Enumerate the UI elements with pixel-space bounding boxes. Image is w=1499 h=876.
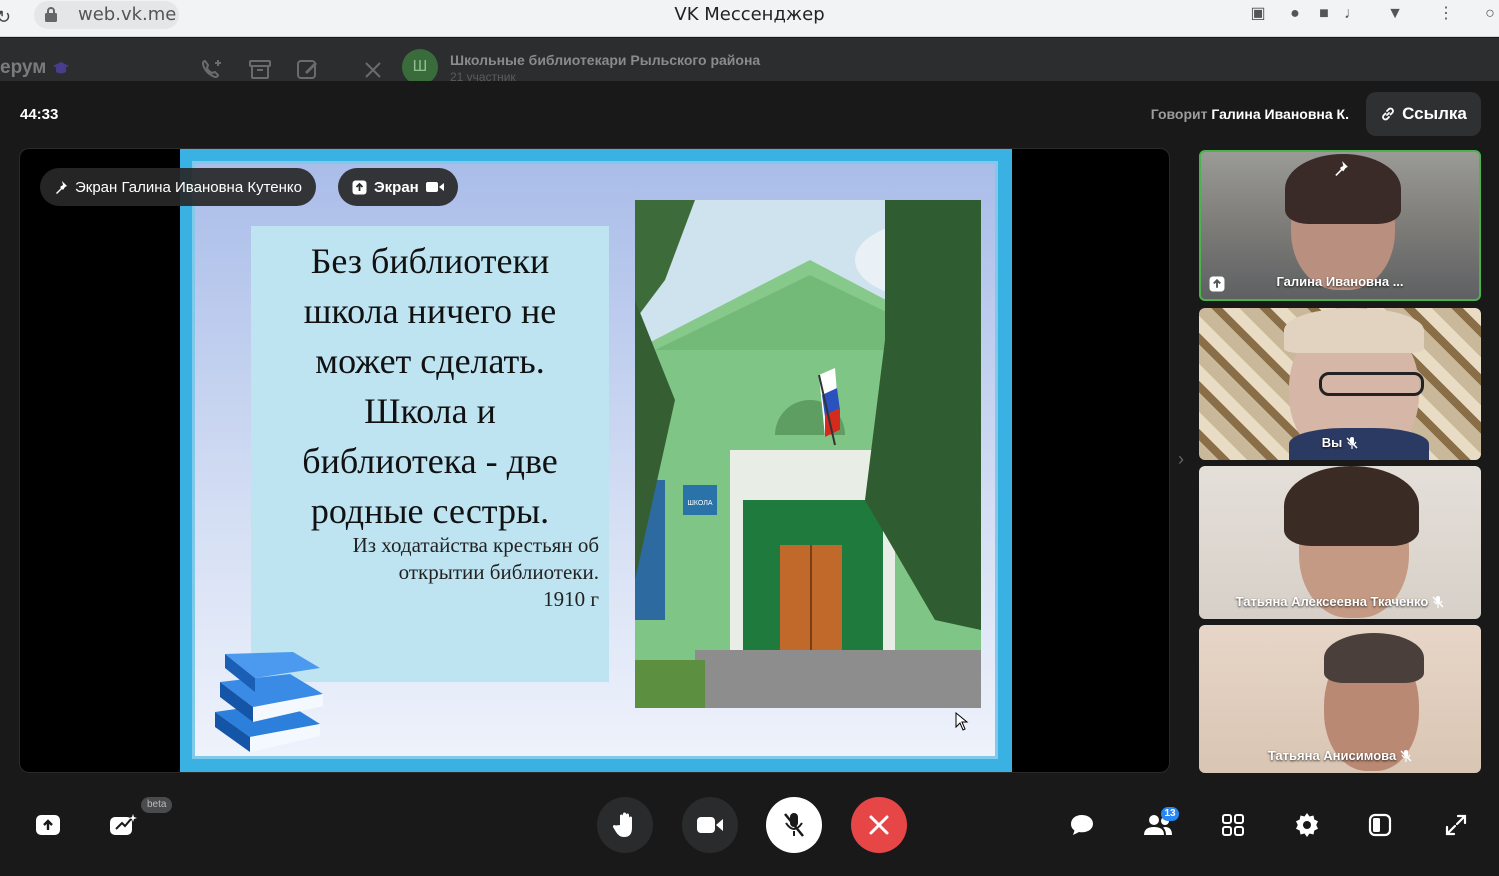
- quote-line: родные сестры.: [310, 491, 550, 531]
- screen-share-icon: [352, 180, 367, 194]
- participant-tile[interactable]: Вы: [1199, 308, 1481, 460]
- participant-tile[interactable]: Татьяна Алексеевна Ткаченко: [1199, 466, 1481, 619]
- participant-name: Татьяна Алексеевна Ткаченко: [1199, 594, 1481, 609]
- microphone-icon[interactable]: ♩: [1342, 4, 1362, 24]
- gear-icon: [1296, 813, 1318, 837]
- school-building-photo: ШКОЛА: [635, 200, 981, 708]
- add-call-icon[interactable]: [200, 58, 224, 80]
- bookmark-icon[interactable]: ▼: [1385, 4, 1405, 24]
- end-call-button[interactable]: [851, 797, 907, 853]
- expand-icon: [1445, 814, 1467, 836]
- slide-source: Из ходатайства крестьян об открытии библ…: [291, 532, 599, 613]
- participants-count-badge: 13: [1161, 807, 1179, 821]
- speaker-prefix: Говорит: [1150, 106, 1208, 122]
- chat-bubble-icon: [1071, 815, 1093, 835]
- camera-button[interactable]: [682, 797, 738, 853]
- graduation-cap-icon: [53, 62, 69, 74]
- compose-icon[interactable]: [296, 58, 320, 80]
- camera-permission-icon[interactable]: ▣: [1248, 4, 1268, 24]
- call-timer: 44:33: [20, 106, 59, 123]
- quote-line: Без библиотеки: [310, 241, 550, 281]
- chevron-right-icon[interactable]: ›: [1178, 449, 1184, 470]
- mic-muted-icon: [1400, 749, 1412, 762]
- screen-owner-label: Экран Галина Ивановна Кутенко: [75, 178, 302, 196]
- share-screen-button[interactable]: [33, 810, 63, 840]
- location-icon[interactable]: ●: [1285, 4, 1305, 24]
- close-chat-icon[interactable]: [364, 61, 382, 79]
- chat-subtitle: 21 участник: [450, 70, 516, 81]
- participant-hair: [1324, 633, 1424, 683]
- hand-icon: [612, 812, 632, 837]
- browser-toolbar: ↻ web.vk.me VK Мессенджер ▣ ● ■ ♩ ▼ ⋮ ○: [0, 0, 1499, 37]
- grid-icon: [1222, 814, 1244, 836]
- effects-button[interactable]: [108, 810, 138, 840]
- settings-button[interactable]: [1292, 810, 1322, 840]
- screen-label: Экран: [374, 178, 419, 196]
- participant-hair: [1284, 308, 1424, 353]
- mouse-cursor-icon: [955, 712, 969, 731]
- menu-dots-icon[interactable]: ⋮: [1436, 4, 1456, 24]
- beta-badge: beta: [141, 797, 173, 813]
- pin-icon: [56, 181, 67, 194]
- participant-name-text: Татьяна Алексеевна Ткаченко: [1235, 594, 1429, 609]
- school-sign-text: ШКОЛА: [687, 500, 712, 507]
- participant-name: Вы: [1199, 435, 1481, 450]
- link-icon: [1382, 107, 1394, 121]
- mic-muted-icon: [1432, 595, 1444, 608]
- copy-link-label: Ссылка: [1402, 104, 1467, 123]
- quote-line: библиотека - две: [302, 441, 558, 481]
- mic-muted-icon: [784, 813, 804, 837]
- presentation-slide: Без библиотеки школа ничего не может сде…: [180, 149, 1012, 772]
- raise-hand-button[interactable]: [597, 797, 653, 853]
- participant-name-text: Татьяна Анисимова: [1267, 748, 1397, 763]
- close-icon: [869, 815, 889, 835]
- messenger-title: ерум: [0, 57, 47, 78]
- slide-quote: Без библиотеки школа ничего не может сде…: [251, 236, 609, 536]
- source-line: Из ходатайства крестьян об: [352, 533, 599, 557]
- mic-muted-icon: [1346, 436, 1358, 449]
- participant-name-text: Вы: [1321, 435, 1343, 450]
- share-screen-icon: [36, 815, 60, 835]
- screen-source-badge[interactable]: Экран: [338, 168, 458, 206]
- extension-icon[interactable]: ○: [1480, 4, 1499, 24]
- page-title: VK Мессенджер: [674, 4, 825, 25]
- chat-button[interactable]: [1067, 810, 1097, 840]
- copy-link-button[interactable]: Ссылка: [1366, 92, 1481, 136]
- participant-tile[interactable]: Татьяна Анисимова: [1199, 625, 1481, 773]
- quote-line: может сделать.: [315, 341, 545, 381]
- slide-text-box: Без библиотеки школа ничего не может сде…: [251, 226, 609, 682]
- grid-layout-button[interactable]: [1218, 810, 1248, 840]
- chat-title[interactable]: Школьные библиотекари Рыльского района: [450, 52, 760, 68]
- magic-effects-icon: [110, 814, 137, 835]
- quote-line: школа ничего не: [303, 291, 557, 331]
- speaker-name: Галина Ивановна К.: [1211, 106, 1349, 122]
- picture-in-picture-button[interactable]: [1365, 810, 1395, 840]
- current-speaker: Говорит Галина Ивановна К.: [1151, 106, 1349, 122]
- participant-name: Галина Ивановна ...: [1201, 274, 1479, 289]
- pin-icon: [1335, 161, 1348, 176]
- screen-owner-badge[interactable]: Экран Галина Ивановна Кутенко: [40, 168, 316, 206]
- camera-icon: [697, 817, 723, 833]
- quote-line: Школа и: [364, 391, 496, 431]
- slide-content: Без библиотеки школа ничего не может сде…: [192, 161, 998, 759]
- glasses: [1319, 372, 1424, 396]
- participant-hair: [1284, 466, 1419, 546]
- participant-tile[interactable]: Галина Ивановна ...: [1199, 150, 1481, 301]
- chat-avatar[interactable]: Ш: [402, 49, 438, 85]
- books-icon: [215, 652, 323, 752]
- participant-name-text: Галина Ивановна ...: [1276, 274, 1404, 289]
- source-line: открытии библиотеки.: [398, 560, 599, 584]
- source-line: 1910 г: [543, 587, 599, 611]
- screen-share-stage[interactable]: Без библиотеки школа ничего не может сде…: [19, 148, 1170, 773]
- fullscreen-button[interactable]: [1441, 810, 1471, 840]
- video-camera-icon[interactable]: ■: [1314, 4, 1334, 24]
- video-icon: [425, 182, 444, 192]
- archive-icon[interactable]: [248, 58, 272, 80]
- microphone-button[interactable]: [766, 797, 822, 853]
- picture-in-picture-icon: [1368, 813, 1392, 837]
- participant-name: Татьяна Анисимова: [1199, 748, 1481, 763]
